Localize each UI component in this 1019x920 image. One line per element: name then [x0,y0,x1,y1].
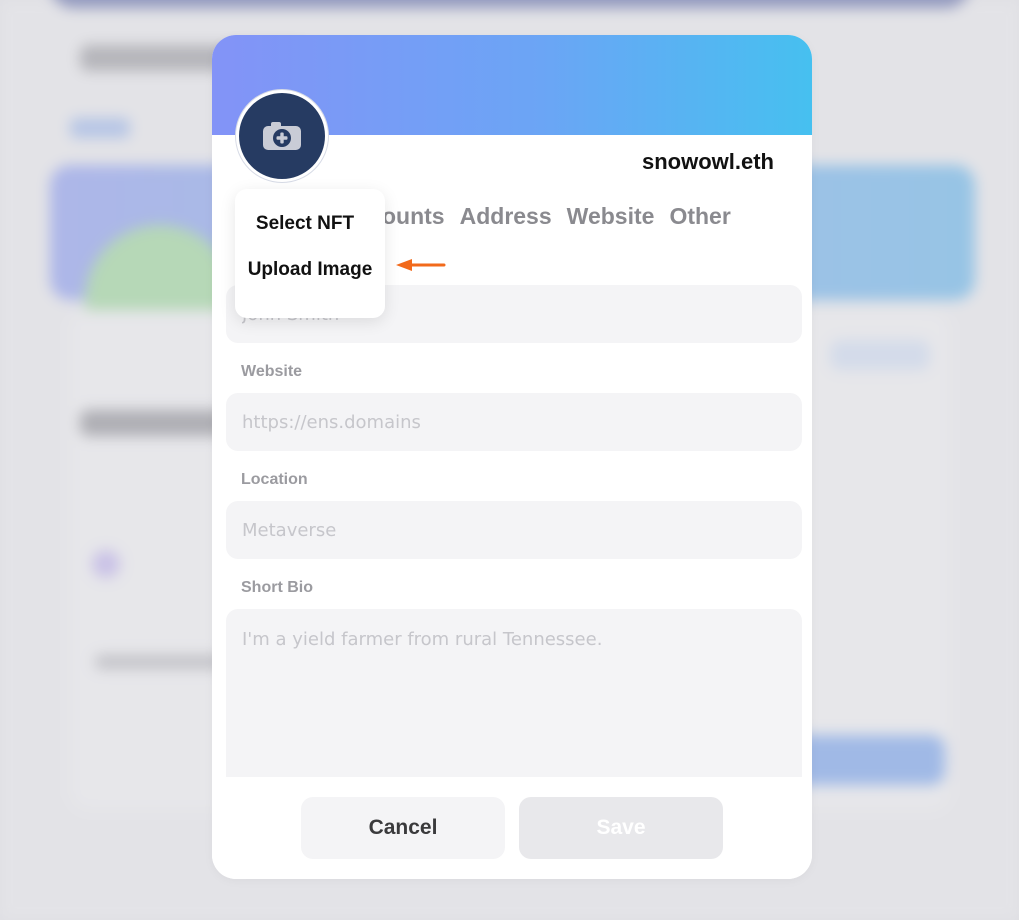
modal-footer: Cancel Save [212,777,812,879]
avatar-source-menu: Select NFT Upload Image [235,189,385,318]
save-button[interactable]: Save [519,797,723,859]
location-field[interactable] [226,501,802,559]
tab-other[interactable]: Other [669,203,730,230]
ens-name: snowowl.eth [642,149,774,174]
location-input[interactable] [242,519,786,541]
location-label: Location [241,471,308,488]
profile-tabs: ounts Address Website Other [382,203,731,230]
bio-textarea[interactable] [242,629,786,769]
select-nft-option[interactable]: Select NFT [235,213,375,235]
arrow-left-icon [396,259,446,271]
bio-label: Short Bio [241,579,313,596]
website-input[interactable] [242,411,786,433]
edit-profile-modal: snowowl.eth ounts Address Website Other … [212,35,812,879]
camera-plus-icon [263,122,301,150]
tab-accounts[interactable]: ounts [382,203,445,230]
upload-image-option[interactable]: Upload Image [240,257,380,283]
tab-address[interactable]: Address [460,203,552,230]
website-label: Website [241,363,303,380]
bio-field[interactable] [226,609,802,777]
website-field[interactable] [226,393,802,451]
tab-website[interactable]: Website [567,203,655,230]
avatar-upload-button[interactable] [236,90,328,182]
cancel-button[interactable]: Cancel [301,797,505,859]
